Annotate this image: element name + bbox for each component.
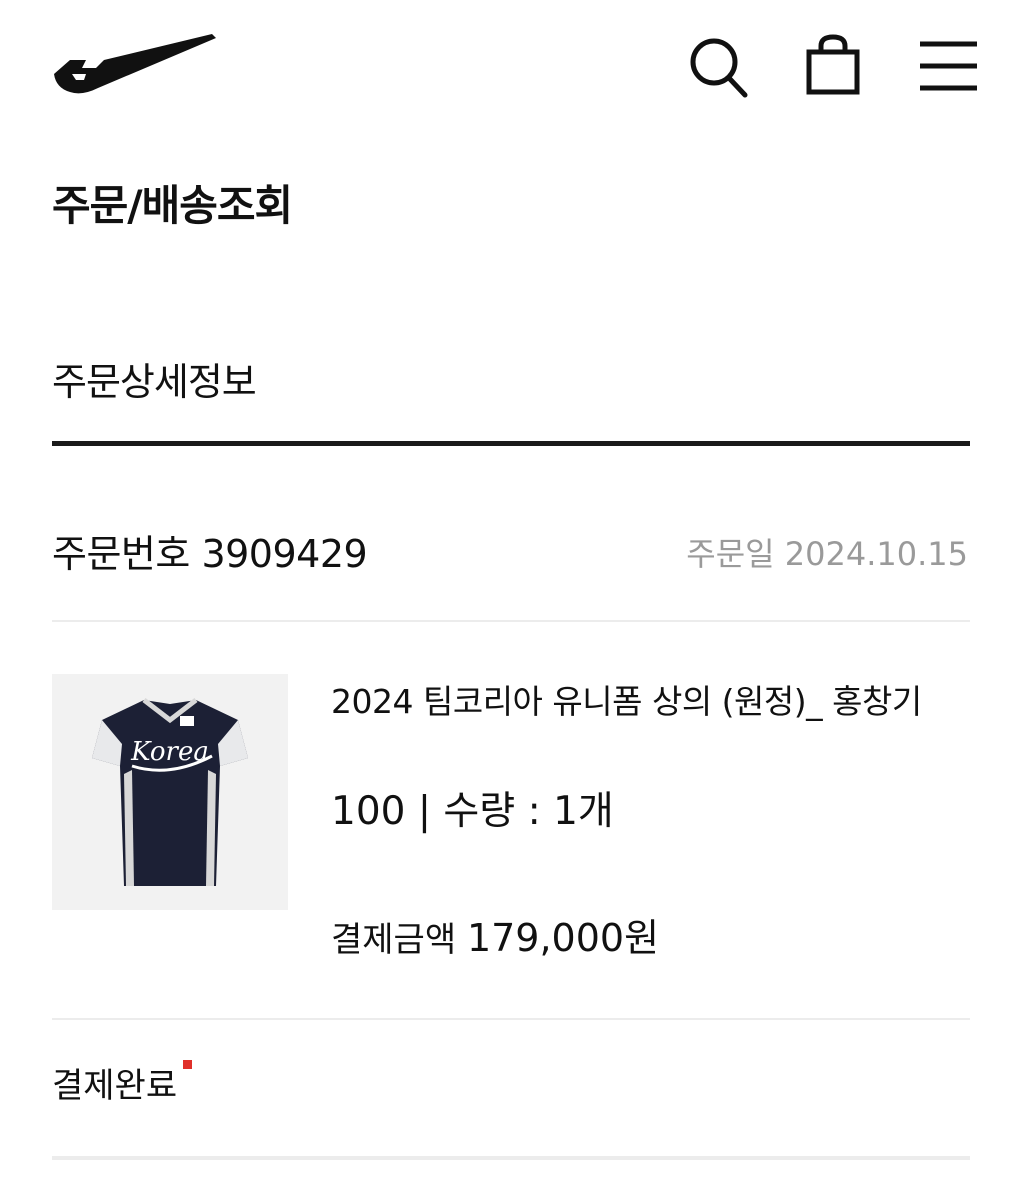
order-number-label: 주문번호: [52, 532, 190, 576]
page-title: 주문/배송조회: [52, 181, 293, 230]
payment-value: 179,000원: [466, 916, 660, 960]
section-title: 주문상세정보: [52, 360, 257, 404]
divider: [52, 1156, 970, 1160]
order-date: 주문일 2024.10.15: [686, 530, 968, 578]
divider: [52, 1018, 970, 1020]
order-date-label: 주문일: [686, 535, 775, 573]
order-date-value: 2024.10.15: [784, 535, 968, 573]
status-indicator-dot: [183, 1060, 192, 1069]
search-icon[interactable]: [686, 32, 750, 100]
product-name[interactable]: 2024 팀코리아 유니폼 상의 (원정)_ 홍창기: [331, 676, 931, 728]
brand-logo-icon[interactable]: [52, 30, 218, 100]
site-header: [0, 0, 1022, 130]
section-divider: [52, 441, 970, 446]
order-number-value: 3909429: [201, 532, 368, 576]
option-separator: |: [417, 789, 431, 834]
menu-icon[interactable]: [916, 32, 980, 100]
payment-amount: 결제금액 179,000원: [331, 911, 659, 967]
order-status: 결제완료: [52, 1066, 178, 1106]
quantity-label: 수량 :: [443, 789, 541, 834]
quantity-value: 1개: [553, 789, 614, 834]
order-number: 주문번호 3909429: [52, 526, 368, 582]
divider: [52, 620, 970, 622]
product-image[interactable]: Korea: [52, 674, 288, 910]
product-size: 100: [331, 789, 406, 834]
product-option: 100 | 수량 : 1개: [331, 784, 614, 840]
payment-label: 결제금액: [331, 920, 457, 960]
shopping-bag-icon[interactable]: [801, 32, 865, 100]
